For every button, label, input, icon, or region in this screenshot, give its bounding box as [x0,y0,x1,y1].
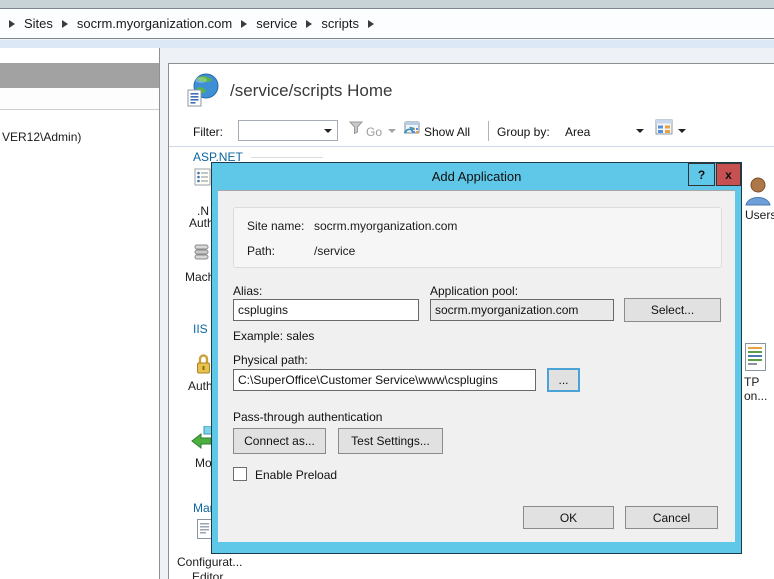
http-response-label-line2[interactable]: on... [744,389,767,403]
passthrough-auth-label: Pass-through authentication [233,410,383,424]
breadcrumb-arrow-icon [306,19,313,28]
go-dropdown-icon[interactable] [388,129,396,133]
configuration-editor-label-line2[interactable]: Editor [192,570,223,579]
net-authorization-label-line2[interactable]: Auth [189,216,214,230]
toolbar-divider [169,146,774,147]
select-button[interactable]: Select... [624,298,721,322]
ok-button[interactable]: OK [523,506,614,529]
modules-label[interactable]: Mo [195,456,212,470]
test-settings-button[interactable]: Test Settings... [338,428,443,454]
authentication-label[interactable]: Auth [188,379,213,393]
application-pool-input[interactable] [430,299,614,321]
add-application-dialog: Add Application ? x Site name: socrm.myo… [211,162,742,554]
view-selector-icon[interactable] [655,119,674,136]
chevron-down-icon [324,128,332,133]
cancel-button[interactable]: Cancel [625,506,718,529]
connections-header-band [0,88,159,110]
connections-toolbar-block [0,63,159,88]
breadcrumb-item-scripts[interactable]: scripts [321,16,359,31]
breadcrumb-arrow-icon [9,19,15,28]
connect-as-button[interactable]: Connect as... [233,428,326,454]
breadcrumb-arrow-icon [241,19,248,28]
page-title: /service/scripts Home [230,81,393,100]
enable-preload-label: Enable Preload [255,468,338,482]
machine-key-label[interactable]: Mach [185,270,214,284]
breadcrumb-item-site[interactable]: socrm.myorganization.com [77,16,232,31]
machine-key-icon[interactable] [193,243,210,262]
alias-input[interactable] [233,299,419,321]
toolbar-separator [488,121,489,141]
dialog-close-button[interactable]: x [716,163,741,186]
net-users-label[interactable]: Users [745,208,774,222]
connection-tree-node[interactable]: VER12\Admin) [2,130,81,144]
application-pool-label: Application pool: [430,284,519,298]
show-all-button[interactable]: Show All [424,125,470,139]
dialog-titlebar[interactable]: Add Application [212,163,741,190]
breadcrumb-item-service[interactable]: service [256,16,297,31]
path-value: /service [314,244,356,258]
group-by-label: Group by: [497,125,550,139]
breadcrumb-arrow-icon [61,19,68,28]
section-rule [250,156,323,158]
window-title-strip [0,0,774,8]
site-name-value: socrm.myorganization.com [314,219,458,233]
net-authorization-icon[interactable] [194,168,211,186]
modules-icon[interactable] [191,426,212,452]
http-response-icon[interactable] [744,342,771,373]
section-header-iis-label: IIS [193,322,208,336]
filter-label: Filter: [193,125,223,139]
filter-funnel-icon [349,121,363,134]
breadcrumb-item-sites[interactable]: Sites [24,16,53,31]
path-label: Path: [247,244,276,258]
dialog-body: Site name: socrm.myorganization.com Path… [218,190,735,542]
dialog-help-button[interactable]: ? [688,163,715,186]
go-button[interactable]: Go [366,125,382,139]
breadcrumb-arrow-icon [367,19,374,28]
alias-label: Alias: [233,284,263,298]
filter-input[interactable] [238,120,338,141]
example-text: Example: sales [233,329,315,343]
enable-preload-checkbox[interactable] [233,467,247,481]
configuration-editor-label-line1[interactable]: Configurat... [177,555,242,569]
site-name-label: Site name: [247,219,305,233]
net-users-icon[interactable] [744,176,774,207]
site-info-box: Site name: socrm.myorganization.com Path… [233,207,722,268]
physical-path-input[interactable] [233,369,536,391]
http-response-label-line1[interactable]: TP [744,375,759,389]
group-by-dropdown-icon[interactable] [636,129,644,133]
authentication-lock-icon[interactable] [195,353,212,376]
toolbar-strip [0,40,774,48]
view-dropdown-icon[interactable] [678,129,686,133]
browse-button[interactable]: ... [547,368,580,392]
group-by-value[interactable]: Area [565,125,590,139]
breadcrumb: Sites socrm.myorganization.com service s… [0,8,774,39]
show-all-icon [403,121,420,134]
connections-sidebar [0,48,160,579]
physical-path-label: Physical path: [233,353,308,367]
site-home-icon [187,73,219,107]
